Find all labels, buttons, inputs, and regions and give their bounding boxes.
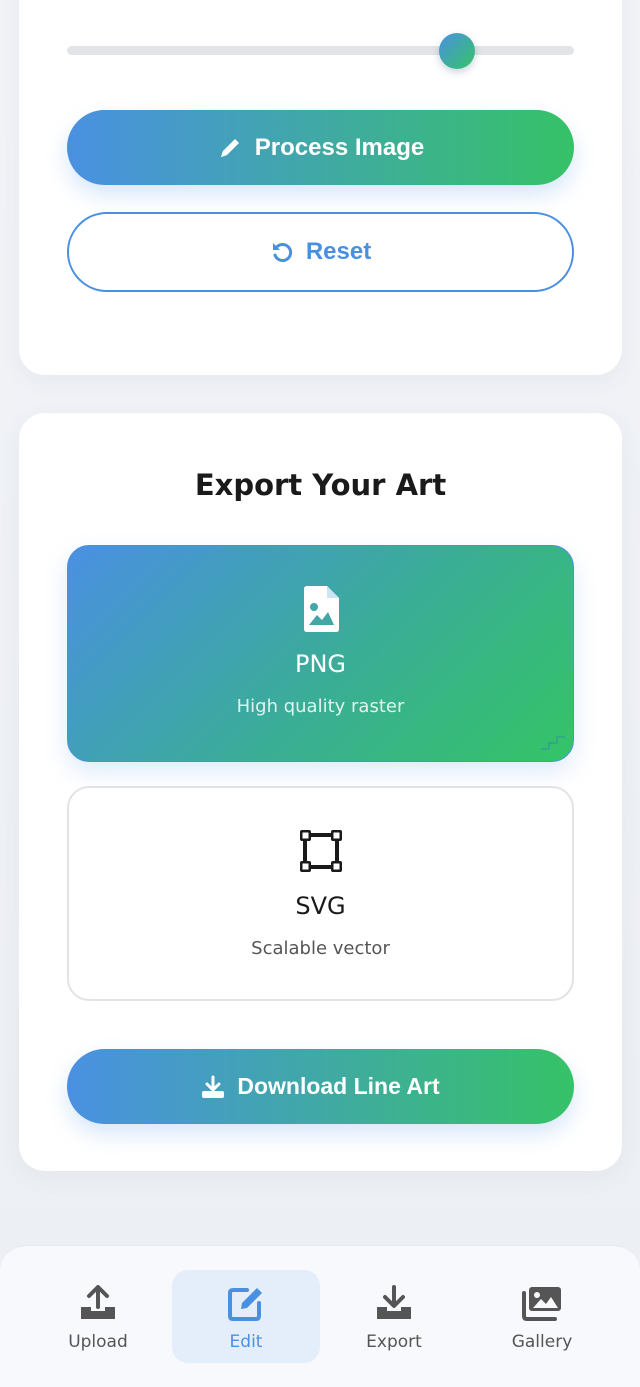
reset-label: Reset xyxy=(305,238,372,265)
download-icon xyxy=(375,1284,413,1322)
nav-item-upload[interactable]: Upload xyxy=(24,1270,172,1363)
app-screen: Process Image Reset Export Your Art PNG … xyxy=(0,0,640,1387)
nav-item-export[interactable]: Export xyxy=(320,1270,468,1363)
process-image-button[interactable]: Process Image xyxy=(67,110,574,185)
nav-item-gallery[interactable]: Gallery xyxy=(468,1270,616,1363)
process-image-label: Process Image xyxy=(254,133,425,161)
download-label: Download Line Art xyxy=(237,1073,440,1099)
nav-label: Upload xyxy=(68,1332,128,1352)
nav-label: Gallery xyxy=(511,1332,573,1352)
format-option-png[interactable]: PNG High quality raster xyxy=(67,545,574,762)
nav-label: Export xyxy=(366,1332,422,1352)
format-description: Scalable vector xyxy=(251,938,390,959)
download-line-art-button[interactable]: Download Line Art xyxy=(67,1049,574,1124)
nav-item-edit[interactable]: Edit xyxy=(172,1270,320,1363)
download-icon xyxy=(201,1075,225,1099)
nav-label: Edit xyxy=(229,1332,263,1352)
bottom-nav: Upload Edit Export Gallery xyxy=(0,1245,640,1387)
upload-icon xyxy=(79,1284,117,1322)
format-name: SVG xyxy=(295,892,346,920)
edit-icon xyxy=(227,1284,265,1322)
file-image-icon xyxy=(302,584,340,634)
edit-controls-card xyxy=(19,0,622,375)
format-name: PNG xyxy=(294,650,347,678)
format-option-svg[interactable]: SVG Scalable vector xyxy=(67,786,574,1001)
reset-button[interactable]: Reset xyxy=(67,212,574,292)
format-description: High quality raster xyxy=(236,696,405,717)
intensity-slider-track[interactable] xyxy=(67,46,574,55)
undo-icon xyxy=(270,240,294,264)
images-icon xyxy=(521,1284,563,1322)
check-badge-icon xyxy=(537,733,567,757)
pencil-icon xyxy=(217,135,243,161)
export-title: Export Your Art xyxy=(194,468,447,502)
vector-square-icon xyxy=(299,826,343,876)
